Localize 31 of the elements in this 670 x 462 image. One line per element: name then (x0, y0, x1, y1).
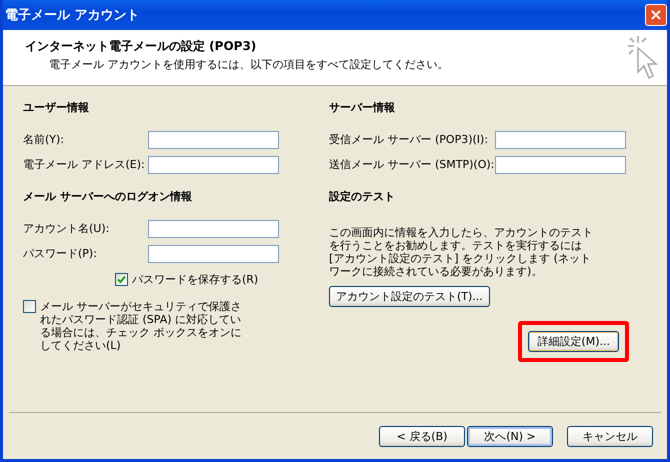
field-label: 電子メール アドレス(E): (23, 157, 146, 172)
sparkle-cursor-icon (625, 34, 659, 80)
section-heading: サーバー情報 (329, 100, 395, 115)
wizard-button[interactable]: 次へ(N) > (467, 426, 553, 446)
advanced-settings-button[interactable]: 詳細設定(M)... (528, 331, 619, 352)
checkbox-label: メール サーバーがセキュリティで保護されたパスワード認証 (SPA) に対応している場合には、チェック ボックスをオンにしてください(L) (40, 300, 242, 352)
wizard-button[interactable]: キャンセル (567, 426, 653, 446)
window-title: 電子メール アカウント (5, 7, 140, 24)
header-title: インターネット電子メールの設定 (POP3) (25, 38, 258, 55)
section-heading: メール サーバーへのログオン情報 (23, 189, 192, 204)
field-label: 送信メール サーバー (SMTP)(O): (329, 157, 495, 172)
section-heading: ユーザー情報 (23, 100, 89, 115)
checkbox[interactable] (115, 273, 128, 286)
field-label: 受信メール サーバー (POP3)(I): (329, 132, 490, 147)
input-field[interactable] (148, 244, 279, 262)
input-field[interactable] (148, 156, 279, 174)
input-field[interactable] (148, 220, 279, 238)
field-label: 名前(Y): (23, 132, 66, 147)
test-settings-button[interactable]: アカウント設定のテスト(T)... (329, 286, 490, 307)
field-label: パスワード(P): (23, 246, 98, 261)
checkbox-label: パスワードを保存する(R) (132, 272, 258, 287)
field-label: アカウント名(U): (23, 221, 110, 236)
input-field[interactable] (148, 130, 279, 148)
header-subtitle: 電子メール アカウントを使用するには、以下の項目をすべて設定してください。 (48, 57, 448, 72)
close-button[interactable]: × (645, 4, 667, 26)
section-heading: 設定のテスト (329, 189, 395, 204)
input-field[interactable] (495, 156, 626, 174)
description-text: この画面内に情報を入力したら、アカウントのテストを行うことをお勧めします。テストを実行するには [アカウント設定のテスト] をクリックします (ネットワークに接続されている必要があります)。 (329, 226, 594, 278)
wizard-button[interactable]: < 戻る(B) (379, 426, 465, 446)
input-field[interactable] (495, 130, 626, 148)
checkbox[interactable] (23, 300, 36, 313)
